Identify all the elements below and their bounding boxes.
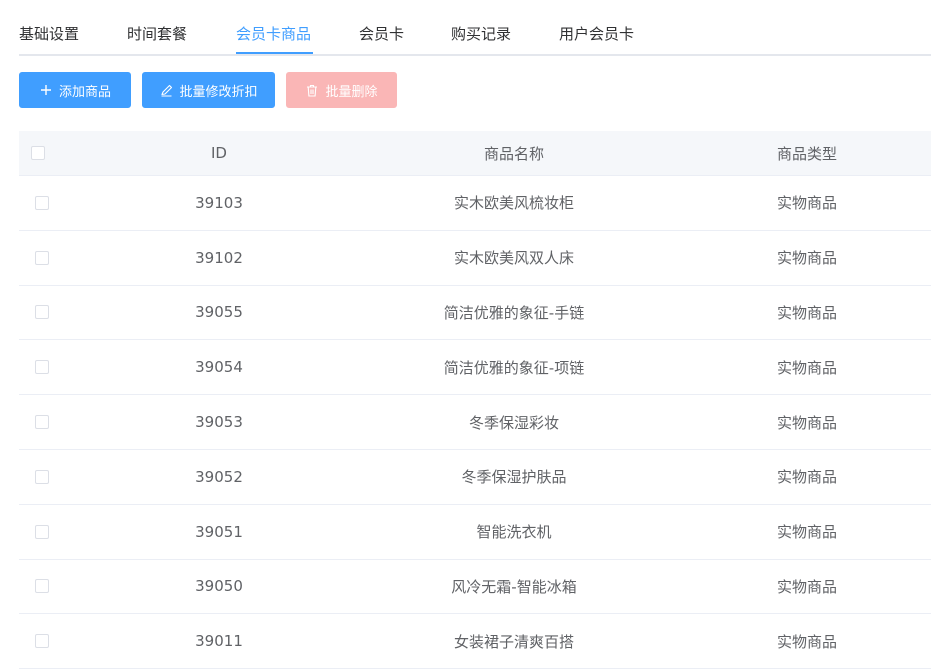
tab-user-membership-card[interactable]: 用户会员卡 bbox=[559, 22, 634, 46]
cell-type: 实物商品 bbox=[776, 249, 837, 268]
cell-type: 实物商品 bbox=[776, 413, 837, 432]
column-header-id: ID bbox=[211, 144, 227, 162]
edit-icon bbox=[159, 83, 173, 97]
product-table: ID 商品名称 商品类型 39103 实木欧美风梳妆柜 实物商品 39102 实木欧美风… bbox=[19, 131, 931, 669]
cell-type: 实物商品 bbox=[776, 303, 837, 322]
cell-type: 实物商品 bbox=[776, 468, 837, 487]
table-body: 39103 实木欧美风梳妆柜 实物商品 39102 实木欧美风双人床 实物商品 39055 简… bbox=[19, 176, 931, 669]
tab-membership-card[interactable]: 会员卡 bbox=[359, 22, 404, 46]
cell-type: 实物商品 bbox=[776, 523, 837, 542]
row-checkbox[interactable] bbox=[35, 195, 49, 210]
row-checkbox[interactable] bbox=[35, 360, 49, 375]
tab-basic-settings[interactable]: 基础设置 bbox=[19, 22, 79, 46]
row-select-cell bbox=[19, 286, 65, 340]
row-checkbox[interactable] bbox=[35, 634, 49, 649]
cell-name: 实木欧美风梳妆柜 bbox=[453, 194, 574, 213]
table-row: 39103 实木欧美风梳妆柜 实物商品 bbox=[19, 176, 931, 231]
table-row: 39102 实木欧美风双人床 实物商品 bbox=[19, 231, 931, 286]
row-select-cell bbox=[19, 614, 65, 668]
cell-type: 实物商品 bbox=[776, 358, 837, 377]
cell-id: 39054 bbox=[195, 358, 243, 377]
table-row: 39053 冬季保湿彩妆 实物商品 bbox=[19, 395, 931, 450]
tab-purchase-records[interactable]: 购买记录 bbox=[451, 22, 511, 46]
column-header-type: 商品类型 bbox=[776, 144, 837, 163]
cell-name: 实木欧美风双人床 bbox=[453, 249, 574, 268]
tab-time-package[interactable]: 时间套餐 bbox=[127, 22, 187, 46]
cell-id: 39011 bbox=[195, 632, 243, 651]
cell-name: 冬季保湿彩妆 bbox=[468, 413, 559, 432]
batch-edit-discount-label: 批量修改折扣 bbox=[179, 84, 258, 100]
add-product-label: 添加商品 bbox=[58, 84, 111, 100]
cell-name: 冬季保湿护肤品 bbox=[461, 468, 567, 487]
cell-name: 简洁优雅的象征-手链 bbox=[443, 303, 585, 322]
batch-edit-discount-button[interactable]: 批量修改折扣 bbox=[142, 72, 275, 108]
cell-id: 39053 bbox=[195, 413, 243, 432]
batch-delete-button[interactable]: 批量删除 bbox=[286, 72, 397, 108]
cell-id: 39051 bbox=[195, 522, 243, 541]
row-select-cell bbox=[19, 395, 65, 449]
table-row: 39011 女装裙子清爽百搭 实物商品 bbox=[19, 614, 931, 669]
cell-id: 39103 bbox=[195, 193, 243, 212]
tab-bar: 基础设置 时间套餐 会员卡商品 会员卡 购买记录 用户会员卡 bbox=[19, 0, 931, 56]
row-select-cell bbox=[19, 505, 65, 559]
cell-name: 智能洗衣机 bbox=[476, 523, 552, 542]
row-select-cell bbox=[19, 560, 65, 614]
batch-delete-label: 批量删除 bbox=[325, 84, 378, 100]
plus-icon bbox=[39, 83, 53, 97]
tab-membership-card-products[interactable]: 会员卡商品 bbox=[236, 22, 311, 46]
row-checkbox[interactable] bbox=[35, 579, 49, 594]
table-header: ID 商品名称 商品类型 bbox=[19, 131, 931, 176]
cell-name: 女装裙子清爽百搭 bbox=[453, 632, 574, 651]
table-row: 39052 冬季保湿护肤品 实物商品 bbox=[19, 450, 931, 505]
cell-id: 39102 bbox=[195, 248, 243, 267]
cell-id: 39055 bbox=[195, 303, 243, 322]
row-select-cell bbox=[19, 340, 65, 394]
column-header-name: 商品名称 bbox=[483, 144, 544, 163]
cell-type: 实物商品 bbox=[776, 632, 837, 651]
row-select-cell bbox=[19, 450, 65, 504]
table-row: 39054 简洁优雅的象征-项链 实物商品 bbox=[19, 340, 931, 396]
cell-id: 39050 bbox=[195, 577, 243, 596]
row-checkbox[interactable] bbox=[35, 415, 49, 430]
cell-id: 39052 bbox=[195, 467, 243, 486]
select-all-cell bbox=[19, 131, 65, 175]
cell-name: 风冷无霜-智能冰箱 bbox=[451, 577, 577, 596]
cell-type: 实物商品 bbox=[776, 194, 837, 213]
table-row: 39055 简洁优雅的象征-手链 实物商品 bbox=[19, 286, 931, 341]
select-all-checkbox[interactable] bbox=[31, 146, 45, 160]
row-checkbox[interactable] bbox=[35, 469, 49, 484]
add-product-button[interactable]: 添加商品 bbox=[19, 72, 131, 108]
row-select-cell bbox=[19, 176, 65, 230]
row-checkbox[interactable] bbox=[35, 305, 49, 320]
row-checkbox[interactable] bbox=[35, 524, 49, 539]
table-row: 39051 智能洗衣机 实物商品 bbox=[19, 505, 931, 560]
trash-icon bbox=[305, 83, 319, 97]
row-select-cell bbox=[19, 231, 65, 285]
cell-type: 实物商品 bbox=[776, 577, 837, 596]
cell-name: 简洁优雅的象征-项链 bbox=[443, 358, 585, 377]
table-row: 39050 风冷无霜-智能冰箱 实物商品 bbox=[19, 560, 931, 615]
active-tab-indicator bbox=[236, 52, 313, 54]
row-checkbox[interactable] bbox=[35, 250, 49, 265]
